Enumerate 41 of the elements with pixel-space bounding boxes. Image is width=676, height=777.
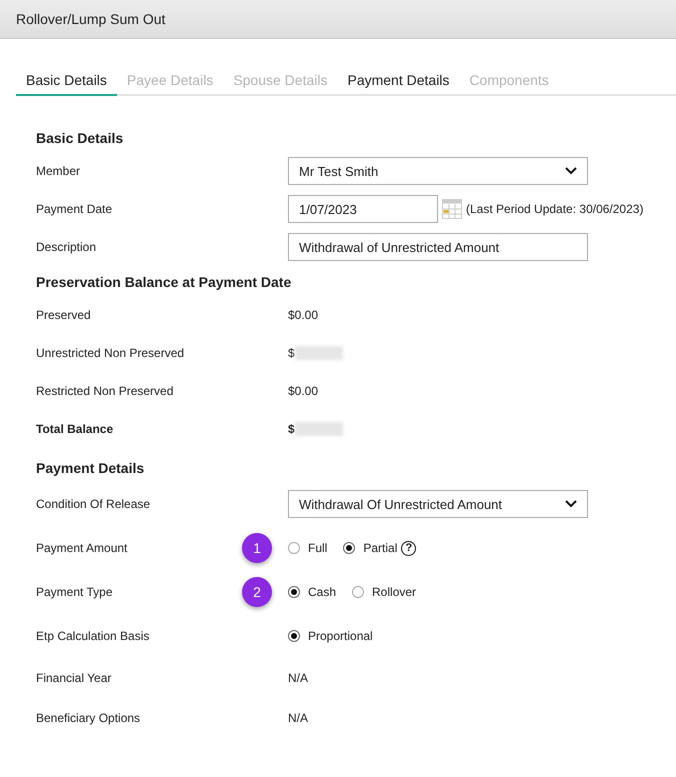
field-label: Payment Amount — [36, 541, 128, 555]
step-badge: 1 — [242, 533, 272, 563]
field-label: Preserved — [36, 308, 91, 322]
calendar-icon[interactable] — [442, 199, 462, 219]
section-title: Basic Details — [36, 130, 124, 146]
amount-value: $0.00 — [288, 308, 318, 322]
dropdown[interactable]: Withdrawal Of Unrestricted Amount — [288, 490, 588, 518]
amount-value: $ — [288, 346, 343, 360]
radio-option[interactable]: Cash — [288, 585, 336, 599]
amount-value: N/A — [288, 671, 308, 685]
chevron-down-icon — [565, 167, 577, 175]
last-update-note: (Last Period Update: 30/06/2023) — [466, 202, 644, 216]
amount-value: N/A — [288, 711, 308, 725]
field-label: Payment Date — [36, 202, 112, 216]
field-label: Restricted Non Preserved — [36, 384, 174, 398]
section-title: Payment Details — [36, 460, 146, 476]
field-label: Payment Type — [36, 585, 112, 599]
section-title: Preservation Balance at Payment Date — [36, 274, 292, 290]
field-label: Total Balance — [36, 422, 114, 436]
amount-value: $0.00 — [288, 384, 318, 398]
help-icon[interactable]: ? — [401, 540, 416, 556]
window-title: Rollover/Lump Sum Out — [16, 11, 166, 27]
date-field[interactable]: 1/07/2023 — [288, 195, 438, 223]
field-label: Etp Calculation Basis — [36, 629, 150, 643]
radio-option[interactable]: Full — [288, 541, 328, 555]
amount-value: $ — [288, 422, 343, 436]
field-label: Unrestricted Non Preserved — [36, 346, 184, 360]
field-label: Financial Year — [36, 671, 112, 685]
chevron-down-icon — [565, 500, 577, 508]
radio-option[interactable]: Proportional — [288, 629, 373, 643]
tab[interactable]: Basic Details — [16, 67, 117, 96]
field-label: Condition Of Release — [36, 497, 150, 511]
field-label: Description — [36, 240, 96, 254]
field-label: Member — [36, 164, 80, 178]
field-label: Beneficiary Options — [36, 711, 140, 725]
step-badge: 2 — [242, 577, 272, 607]
radio-option[interactable]: Rollover — [352, 585, 416, 599]
radio-option[interactable]: Partial — [343, 541, 398, 555]
dropdown[interactable]: Mr Test Smith — [288, 157, 588, 185]
text-field[interactable]: Withdrawal of Unrestricted Amount — [288, 233, 588, 261]
tab[interactable]: Payment Details — [337, 67, 460, 96]
